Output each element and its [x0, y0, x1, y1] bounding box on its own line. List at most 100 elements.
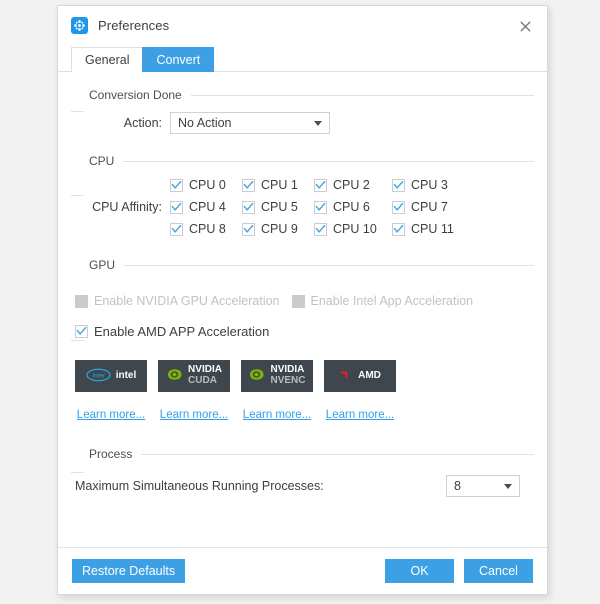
tab-convert[interactable]: Convert — [142, 47, 215, 72]
group-header-cpu: CPU — [71, 154, 534, 168]
cpu-checkbox-grid: CPU 0 CPU 1 CPU 2 CPU 3 CPU 4 CPU 5 CPU … — [170, 178, 454, 236]
badge-intel[interactable]: intel intel — [75, 360, 147, 392]
checkbox-label: CPU 0 — [189, 178, 226, 192]
preferences-gear-icon — [71, 16, 88, 34]
checkbox-label: Enable Intel App Acceleration — [310, 294, 474, 308]
checkbox-label: CPU 10 — [333, 222, 377, 236]
svg-text:intel: intel — [92, 372, 104, 379]
window-title: Preferences — [98, 17, 170, 33]
check-icon — [170, 178, 183, 192]
checkbox-cpu-2[interactable]: CPU 2 — [314, 178, 392, 192]
check-icon — [242, 222, 255, 236]
checkbox-enable-amd-app-acceleration[interactable]: Enable AMD APP Acceleration — [75, 324, 269, 339]
intel-logo-icon: intel — [86, 368, 111, 385]
cpu-affinity-label: CPU Affinity: — [92, 200, 162, 214]
checkbox-label: CPU 5 — [261, 200, 298, 214]
chevron-down-icon — [497, 483, 519, 489]
check-icon — [170, 222, 183, 236]
learn-more-link-intel[interactable]: Learn more... — [75, 409, 147, 421]
checkbox-label: CPU 1 — [261, 178, 298, 192]
max-processes-value: 8 — [454, 479, 461, 493]
checkbox-label: CPU 6 — [333, 200, 370, 214]
group-rule — [123, 160, 534, 162]
check-icon — [392, 222, 405, 236]
tab-strip: General Convert — [58, 44, 547, 72]
checkbox-cpu-8[interactable]: CPU 8 — [170, 222, 242, 236]
group-header-conversion-done: Conversion Done — [71, 88, 534, 102]
checkbox-cpu-11[interactable]: CPU 11 — [392, 222, 454, 236]
checkbox-cpu-5[interactable]: CPU 5 — [242, 200, 314, 214]
checkbox-enable-intel-app-acceleration: Enable Intel App Acceleration — [291, 294, 474, 308]
check-icon — [392, 178, 405, 192]
checkbox-label: CPU 8 — [189, 222, 226, 236]
restore-defaults-button[interactable]: Restore Defaults — [72, 559, 186, 583]
checkbox-cpu-0[interactable]: CPU 0 — [170, 178, 242, 192]
cancel-button[interactable]: Cancel — [464, 559, 533, 583]
group-label-gpu: GPU — [89, 258, 116, 272]
learn-more-link-amd[interactable]: Learn more... — [324, 409, 396, 421]
badge-nvidia-cuda[interactable]: NVIDIA CUDA — [158, 360, 230, 392]
action-label: Action: — [123, 116, 162, 130]
checkbox-label: CPU 7 — [411, 200, 448, 214]
check-icon — [170, 200, 183, 214]
checkbox-cpu-3[interactable]: CPU 3 — [392, 178, 454, 192]
checkbox-cpu-9[interactable]: CPU 9 — [242, 222, 314, 236]
badge-amd-label: AMD — [358, 369, 381, 381]
group-header-gpu: GPU — [71, 258, 534, 272]
group-rule — [141, 453, 534, 455]
checkbox-enable-nvidia-gpu-acceleration: Enable NVIDIA GPU Acceleration — [75, 294, 280, 308]
checkbox-cpu-4[interactable]: CPU 4 — [170, 200, 242, 214]
badge-nvidia-cuda-label: NVIDIA CUDA — [188, 364, 222, 386]
badge-nvidia-nvenc-label: NVIDIA NVENC — [270, 364, 306, 386]
settings-content: Conversion Done Action: No Action CPU CP… — [58, 72, 547, 547]
checkbox-label: Enable NVIDIA GPU Acceleration — [94, 294, 280, 308]
group-label-process: Process — [89, 447, 133, 461]
check-icon — [242, 200, 255, 214]
ok-button[interactable]: OK — [385, 559, 454, 583]
max-processes-row: Maximum Simultaneous Running Processes: … — [71, 475, 534, 497]
action-row: Action: No Action — [71, 112, 534, 134]
checkbox-cpu-7[interactable]: CPU 7 — [392, 200, 454, 214]
checkbox-label: CPU 3 — [411, 178, 448, 192]
amd-option-row: Enable AMD APP Acceleration — [71, 324, 534, 340]
checkbox-label: CPU 2 — [333, 178, 370, 192]
group-label-cpu: CPU — [89, 154, 115, 168]
max-processes-dropdown[interactable]: 8 — [446, 475, 520, 497]
group-process: Process Maximum Simultaneous Running Pro… — [71, 447, 534, 497]
check-icon — [314, 200, 327, 214]
badge-nvidia-nvenc[interactable]: NVIDIA NVENC — [241, 360, 313, 392]
check-icon — [392, 200, 405, 214]
checkbox-cpu-10[interactable]: CPU 10 — [314, 222, 392, 236]
group-gpu: GPU Enable NVIDIA GPU Acceleration Enabl… — [71, 258, 534, 421]
learn-more-link-nvidia-nvenc[interactable]: Learn more... — [241, 409, 313, 421]
nvidia-eye-logo-icon — [248, 368, 265, 384]
chevron-down-icon — [307, 120, 329, 126]
group-label-conversion-done: Conversion Done — [89, 88, 182, 102]
checkbox-box — [291, 294, 305, 308]
group-header-process: Process — [71, 447, 534, 461]
action-dropdown-value: No Action — [178, 116, 232, 130]
tab-general[interactable]: General — [71, 47, 144, 72]
group-rule — [124, 264, 534, 266]
checkbox-cpu-1[interactable]: CPU 1 — [242, 178, 314, 192]
close-icon[interactable] — [513, 15, 537, 37]
title-bar: Preferences — [58, 6, 547, 44]
learn-more-link-nvidia-cuda[interactable]: Learn more... — [158, 409, 230, 421]
action-dropdown[interactable]: No Action — [170, 112, 330, 134]
gpu-disabled-options: Enable NVIDIA GPU Acceleration Enable In… — [71, 294, 534, 308]
checkbox-label: CPU 4 — [189, 200, 226, 214]
check-icon — [242, 178, 255, 192]
check-icon — [314, 178, 327, 192]
checkbox-label: Enable AMD APP Acceleration — [94, 324, 270, 339]
nvidia-eye-logo-icon — [166, 368, 183, 384]
dialog-footer: Restore Defaults OK Cancel — [58, 547, 547, 594]
preferences-dialog: Preferences General Convert Conversion D… — [57, 5, 548, 595]
checkbox-label: CPU 11 — [411, 222, 454, 236]
checkbox-cpu-6[interactable]: CPU 6 — [314, 200, 392, 214]
group-cpu: CPU CPU Affinity: CPU 0 CPU 1 CPU 2 CPU … — [71, 154, 534, 236]
badge-amd[interactable]: AMD — [324, 360, 396, 392]
group-conversion-done: Conversion Done Action: No Action — [71, 88, 534, 134]
badge-intel-label: intel — [115, 369, 137, 381]
amd-arrow-logo-icon — [339, 368, 353, 385]
checkbox-label: CPU 9 — [261, 222, 298, 236]
